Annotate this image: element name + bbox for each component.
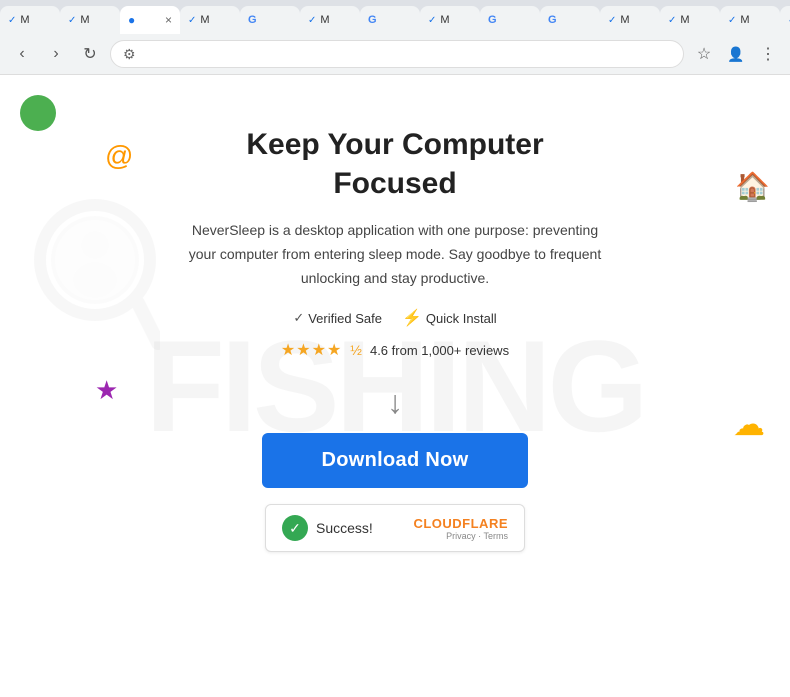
half-star: ½ xyxy=(350,342,362,358)
tab-10-favicon: G xyxy=(548,14,557,26)
page-content: FISHING @ 🏠 ★ ☁ Keep Your Computer Focus… xyxy=(0,75,790,697)
tab-close-icon[interactable]: × xyxy=(165,13,172,27)
tab-4[interactable]: ✓ M xyxy=(180,6,240,34)
tab-9[interactable]: G xyxy=(480,6,540,34)
toolbar: ‹ › ↻ ⚙ ☆ 👤 ⋮ xyxy=(0,34,790,74)
tab-13-favicon: ✓ xyxy=(728,15,736,26)
quick-install-badge: ⚡ Quick Install xyxy=(402,308,497,328)
tab-3-active[interactable]: ● × xyxy=(120,6,180,34)
rating-row: ★★★★ ½ 4.6 from 1,000+ reviews xyxy=(281,340,509,360)
stars-display: ★★★★ xyxy=(281,340,342,360)
menu-button[interactable]: ⋮ xyxy=(754,40,782,68)
tab-12-favicon: ✓ xyxy=(668,15,676,26)
cloudflare-links: Privacy · Terms xyxy=(446,531,508,541)
arrow-down-icon: ↓ xyxy=(387,384,403,421)
rating-text: 4.6 from 1,000+ reviews xyxy=(370,343,509,358)
cloudflare-logo: CLOUDFLARE xyxy=(413,516,508,531)
tab-8[interactable]: ✓ M xyxy=(420,6,480,34)
verified-safe-label: Verified Safe xyxy=(308,311,382,326)
badges-row: ✓ Verified Safe ⚡ Quick Install xyxy=(293,308,496,328)
toolbar-right: ☆ 👤 ⋮ xyxy=(690,40,782,68)
home-icon-decoration: 🏠 xyxy=(735,170,770,203)
tab-13[interactable]: ✓ M xyxy=(720,6,780,34)
tab-4-favicon: ✓ xyxy=(188,15,196,26)
tab-1[interactable]: ✓ M xyxy=(0,6,60,34)
tab-8-favicon: ✓ xyxy=(428,15,436,26)
quick-install-label: Quick Install xyxy=(426,311,497,326)
bookmark-button[interactable]: ☆ xyxy=(690,40,718,68)
tab-12[interactable]: ✓ M xyxy=(660,6,720,34)
tab-11[interactable]: ✓ M xyxy=(600,6,660,34)
forward-button[interactable]: › xyxy=(42,40,70,68)
tab-1-favicon: ✓ xyxy=(8,15,16,26)
refresh-button[interactable]: ↻ xyxy=(76,40,104,68)
tab-5-favicon: G xyxy=(248,14,257,26)
star-decoration: ★ xyxy=(95,375,118,406)
verified-safe-badge: ✓ Verified Safe xyxy=(293,310,382,326)
tab-14[interactable]: ✓ M xyxy=(780,6,790,34)
cloudflare-brand: CLOUDFLARE Privacy · Terms xyxy=(413,516,508,541)
tab-6-favicon: ✓ xyxy=(308,15,316,26)
checkmark-icon: ✓ xyxy=(293,310,304,326)
download-now-button[interactable]: Download Now xyxy=(262,433,529,488)
tab-2[interactable]: ✓ M xyxy=(60,6,120,34)
tab-bar: ✓ M ✓ M ● × ✓ M G ✓ M G ✓ M G xyxy=(0,0,790,34)
back-button[interactable]: ‹ xyxy=(8,40,36,68)
headline-line2: Focused xyxy=(333,167,456,200)
tab-2-favicon: ✓ xyxy=(68,15,76,26)
green-circle-decoration xyxy=(20,95,56,131)
address-bar[interactable]: ⚙ xyxy=(110,40,684,68)
bolt-icon: ⚡ xyxy=(402,308,422,328)
tab-7[interactable]: G xyxy=(360,6,420,34)
address-security-icon: ⚙ xyxy=(123,46,136,63)
success-checkmark-icon: ✓ xyxy=(282,515,308,541)
tab-6[interactable]: ✓ M xyxy=(300,6,360,34)
cloud-decoration: ☁ xyxy=(733,405,765,443)
tab-7-favicon: G xyxy=(368,14,377,26)
headline: Keep Your Computer Focused xyxy=(246,125,543,203)
browser-chrome: ✓ M ✓ M ● × ✓ M G ✓ M G ✓ M G xyxy=(0,0,790,75)
success-label: Success! xyxy=(316,520,413,536)
tab-5[interactable]: G xyxy=(240,6,300,34)
description-text: NeverSleep is a desktop application with… xyxy=(185,219,605,290)
tab-3-favicon: ● xyxy=(128,13,135,27)
cloudflare-success-bar: ✓ Success! CLOUDFLARE Privacy · Terms xyxy=(265,504,525,552)
headline-line1: Keep Your Computer xyxy=(246,128,543,161)
at-icon-decoration: @ xyxy=(105,140,133,172)
main-content: Keep Your Computer Focused NeverSleep is… xyxy=(135,125,655,552)
tab-11-favicon: ✓ xyxy=(608,15,616,26)
tab-9-favicon: G xyxy=(488,14,497,26)
tab-10[interactable]: G xyxy=(540,6,600,34)
profile-button[interactable]: 👤 xyxy=(722,40,750,68)
